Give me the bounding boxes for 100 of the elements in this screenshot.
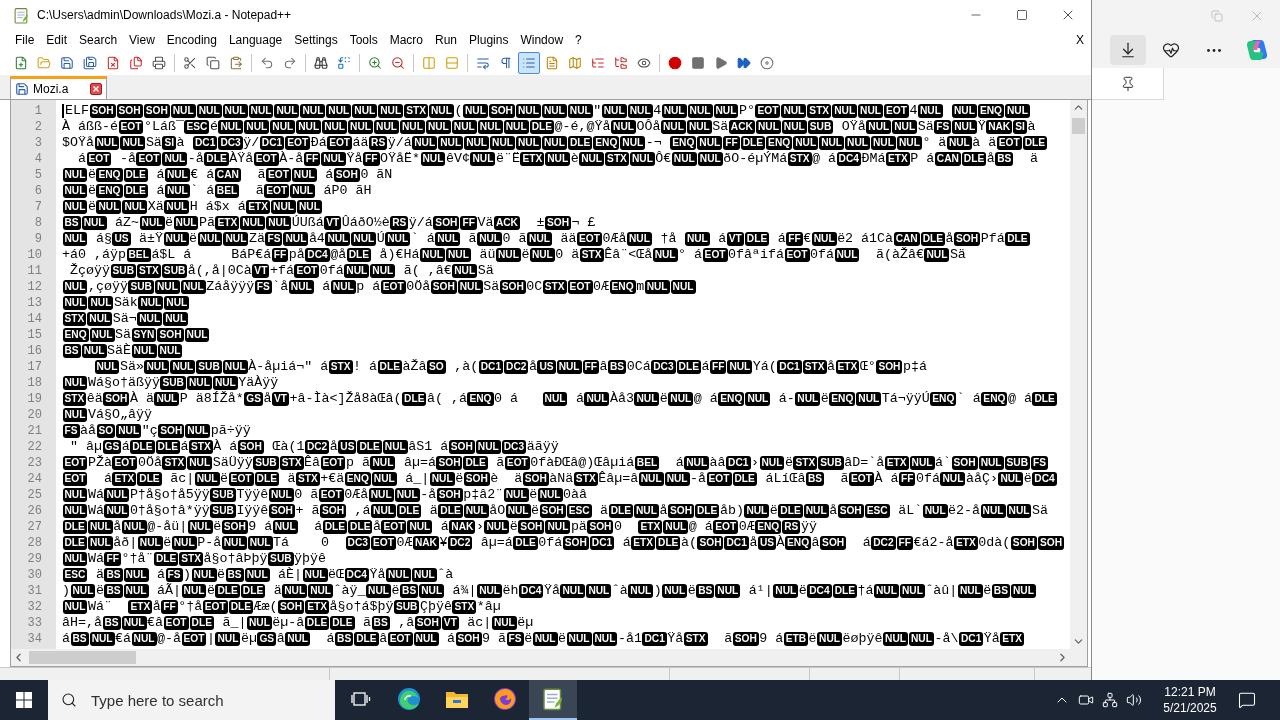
control-character: NUL [121, 520, 147, 534]
download-icon [1119, 41, 1137, 59]
menu-item[interactable]: ? [569, 31, 588, 49]
menu-item[interactable]: Settings [288, 31, 344, 49]
line-text: Ô€ [655, 151, 672, 167]
control-character: EOT [253, 152, 279, 166]
control-character: DLE [228, 600, 254, 614]
line-number: 21 [26, 423, 43, 439]
document-tab[interactable]: Mozi.a [10, 76, 108, 99]
task-view-icon [351, 690, 371, 708]
list-icon[interactable] [518, 51, 540, 74]
control-character: BS [400, 584, 419, 598]
control-character: NUL [687, 104, 713, 118]
line-text: à [176, 135, 186, 151]
line-text: á_| [404, 471, 430, 487]
control-character: NUL [529, 248, 555, 262]
menu-item[interactable]: Edit [40, 31, 74, 49]
control-character: NUL [344, 264, 370, 278]
speaker-icon[interactable] [1126, 692, 1142, 708]
browser-toolbar-button[interactable] [1110, 35, 1146, 65]
control-character: NUL [883, 632, 908, 646]
control-character: DLE [529, 120, 555, 134]
line-number: 1 [33, 103, 43, 119]
search-field[interactable]: Type here to search [48, 680, 335, 720]
menu-item[interactable]: Language [222, 31, 289, 49]
control-character: EOT [387, 632, 413, 646]
control-character: NUL [541, 104, 567, 118]
control-character: NUL [892, 120, 918, 134]
menu-item[interactable]: Tools [343, 31, 384, 49]
control-character: DLE [740, 136, 766, 150]
menu-item[interactable]: Window [514, 31, 570, 49]
control-character: NUL [592, 632, 618, 646]
control-character: NUL [222, 360, 248, 374]
control-character: DLE [130, 440, 155, 454]
control-character: DLE [402, 392, 427, 406]
control-character: ENQ [930, 392, 957, 406]
menu-item[interactable]: Run [429, 31, 464, 49]
menu-item[interactable]: Plugins [463, 31, 515, 49]
control-character: NUL [560, 584, 586, 598]
line-text: ëµ [240, 631, 257, 647]
line-text: 0Æå [602, 231, 627, 247]
control-character: NUL [185, 424, 211, 438]
control-character: BS [991, 584, 1010, 598]
control-character: SOH [522, 472, 549, 486]
control-character: NUL [62, 168, 88, 182]
line-text: áä [352, 135, 369, 151]
line-text: på [288, 247, 305, 263]
menu-item[interactable]: File [9, 31, 41, 49]
clock-date[interactable]: 5/21/2025 [1163, 700, 1217, 716]
line-text: pã÷ÿÿ [210, 423, 251, 439]
line-text: À ä [129, 391, 154, 407]
control-character: CAN [893, 232, 920, 246]
scrollbar-thumb[interactable] [1072, 118, 1085, 134]
control-character: SOH [488, 104, 515, 118]
clock-time[interactable]: 12:21 PM [1164, 684, 1216, 700]
menu-item[interactable]: Search [73, 31, 124, 49]
control-character: DLE [676, 360, 701, 374]
line-text: ä [599, 503, 609, 519]
close-document-button[interactable]: X [1076, 31, 1084, 49]
control-character: NUL [297, 200, 322, 214]
menu-item[interactable]: View [123, 31, 161, 49]
menu-item[interactable]: Encoding [160, 31, 223, 49]
line-text: 0Æ [738, 519, 755, 535]
control-character: NUL [457, 280, 483, 294]
control-character: EOT [285, 136, 311, 150]
control-character: NUL [300, 104, 326, 118]
line-text: Ÿå [543, 583, 560, 599]
line-text: 9 ã [482, 631, 507, 647]
control-character: NUL [420, 248, 445, 262]
control-character: NUL [62, 408, 88, 422]
control-character: NUL [283, 232, 309, 246]
menu-item[interactable]: Macro [383, 31, 429, 49]
control-character: NUL [744, 504, 770, 518]
control-character: NUL [626, 232, 652, 246]
control-character: NUL [515, 104, 541, 118]
control-character: EOT [849, 472, 874, 486]
close-icon[interactable] [90, 83, 103, 95]
scrollbar-thumb[interactable] [29, 651, 136, 664]
control-character: VT [272, 392, 290, 406]
control-character: ENQ [981, 392, 1008, 406]
line-text: â [276, 631, 285, 647]
taskbar-button[interactable] [529, 680, 577, 720]
vertical-scrollbar[interactable] [1070, 100, 1087, 649]
control-character: NUL [503, 488, 529, 502]
line-text: -å [690, 471, 707, 487]
control-character: NUL [271, 200, 296, 214]
line-text: äL` [897, 503, 923, 519]
line-text: å4 [308, 231, 325, 247]
line-text: á [861, 535, 871, 551]
notification-icon[interactable] [1238, 691, 1256, 709]
control-character: NUL [951, 104, 977, 118]
control-character: NUL [164, 168, 190, 182]
control-character: ESC [566, 504, 592, 518]
control-character: FF [709, 360, 727, 374]
control-character: EOT [713, 520, 739, 534]
network-icon[interactable] [1102, 692, 1118, 708]
video-camera-icon[interactable] [1078, 692, 1094, 708]
control-character: NUL [924, 248, 950, 262]
horizontal-scrollbar[interactable] [11, 649, 1087, 666]
control-character: EOT [86, 152, 112, 166]
